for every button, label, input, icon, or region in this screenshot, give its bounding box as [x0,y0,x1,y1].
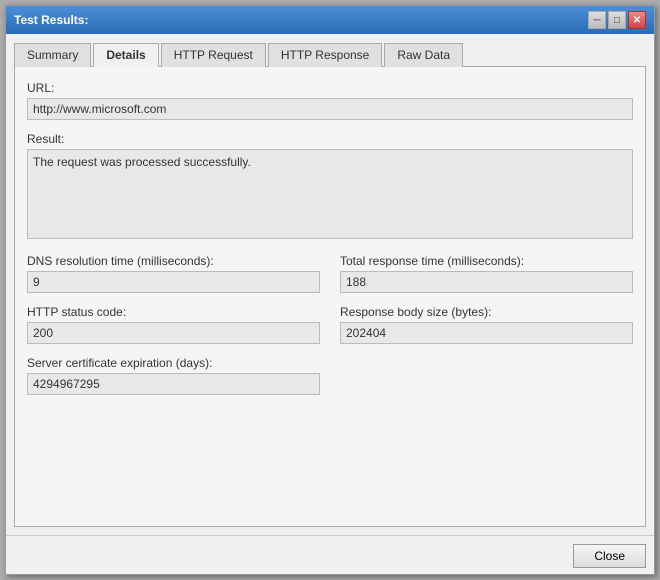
response-body-input[interactable] [340,322,633,344]
test-results-window: Test Results: ─ □ ✕ Summary Details HTTP… [5,5,655,575]
url-label: URL: [27,81,633,95]
http-status-label: HTTP status code: [27,305,320,319]
tab-bar: Summary Details HTTP Request HTTP Respon… [14,42,646,67]
result-label: Result: [27,132,633,146]
http-status-input[interactable] [27,322,320,344]
dns-input[interactable] [27,271,320,293]
two-col-section: DNS resolution time (milliseconds): Tota… [27,254,633,407]
tab-http-request[interactable]: HTTP Request [161,43,266,67]
server-cert-field-group: Server certificate expiration (days): [27,356,320,395]
result-field-group: Result: The request was processed succes… [27,132,633,242]
window-body: Summary Details HTTP Request HTTP Respon… [6,34,654,535]
tab-summary[interactable]: Summary [14,43,91,67]
http-status-field-group: HTTP status code: [27,305,320,344]
url-input[interactable] [27,98,633,120]
window-close-button[interactable]: ✕ [628,11,646,29]
minimize-button[interactable]: ─ [588,11,606,29]
dns-field-group: DNS resolution time (milliseconds): [27,254,320,293]
tab-details[interactable]: Details [93,43,158,67]
total-response-input[interactable] [340,271,633,293]
window-title: Test Results: [14,13,88,27]
response-body-field-group: Response body size (bytes): [340,305,633,344]
total-response-label: Total response time (milliseconds): [340,254,633,268]
maximize-button[interactable]: □ [608,11,626,29]
result-textarea[interactable]: The request was processed successfully. [27,149,633,239]
title-bar-buttons: ─ □ ✕ [588,11,646,29]
server-cert-input[interactable] [27,373,320,395]
server-cert-label: Server certificate expiration (days): [27,356,320,370]
title-bar: Test Results: ─ □ ✕ [6,6,654,34]
footer: Close [6,535,654,574]
close-button[interactable]: Close [573,544,646,568]
tab-raw-data[interactable]: Raw Data [384,43,463,67]
total-response-field-group: Total response time (milliseconds): [340,254,633,293]
url-field-group: URL: [27,81,633,120]
response-body-label: Response body size (bytes): [340,305,633,319]
dns-label: DNS resolution time (milliseconds): [27,254,320,268]
tab-http-response[interactable]: HTTP Response [268,43,382,67]
content-panel: URL: Result: The request was processed s… [14,67,646,527]
